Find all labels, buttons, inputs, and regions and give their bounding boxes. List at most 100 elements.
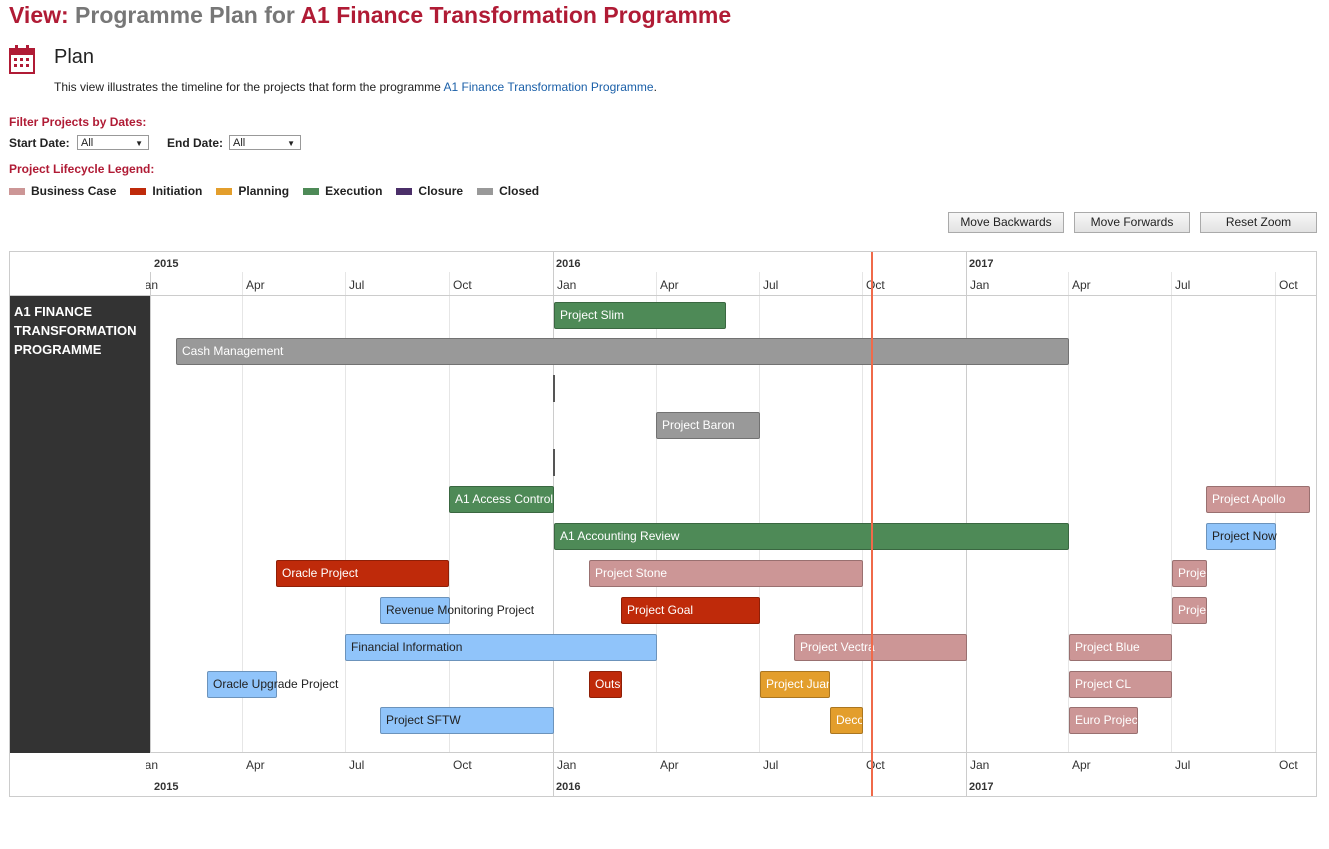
legend-item: Execution [303, 184, 382, 198]
milestone-marker [553, 449, 555, 476]
axis-divider [10, 295, 1316, 296]
year-label: 2015 [154, 781, 179, 793]
legend-label: Planning [238, 184, 290, 198]
project-bar[interactable]: Project Baron [656, 412, 760, 439]
month-label: Jan [557, 758, 577, 772]
project-bar[interactable]: Project CL [1069, 671, 1172, 698]
month-label: Jan [557, 278, 577, 292]
legend-item: Closure [396, 184, 463, 198]
move-forwards-button[interactable]: Move Forwards [1074, 212, 1190, 233]
legend-item: Closed [477, 184, 539, 198]
project-bar[interactable]: A1 Accounting Review [554, 523, 1069, 550]
project-bar[interactable]: Revenue Monitoring Project [380, 597, 534, 624]
description-end: . [653, 80, 657, 94]
year-label: 2016 [556, 781, 581, 793]
legend-label: Initiation [152, 184, 203, 198]
milestone-marker [553, 375, 555, 402]
programme-link[interactable]: A1 Finance Transformation Programme [444, 80, 654, 94]
project-bar[interactable]: Oracle Upgrade Project [207, 671, 338, 698]
legend-swatch [130, 187, 147, 195]
month-label: Oct [1279, 278, 1298, 292]
project-bar[interactable]: Project SFTW [380, 707, 554, 734]
month-label: Jan [970, 758, 990, 772]
page-title: View: Programme Plan for A1 Finance Tran… [9, 2, 731, 29]
project-bar[interactable]: Project Stone [589, 560, 863, 587]
month-label: Jul [763, 758, 779, 772]
timeline[interactable]: 2015 2016 2017 Jan Apr Jul Oct Jan Apr J… [9, 251, 1317, 797]
project-bar[interactable]: Project [1172, 597, 1207, 624]
legend-item: Initiation [130, 184, 202, 198]
legend-swatch [477, 187, 494, 195]
month-label: Jul [1175, 758, 1191, 772]
month-label: Apr [660, 758, 679, 772]
reset-zoom-button[interactable]: Reset Zoom [1200, 212, 1317, 233]
legend-label: Closure [418, 184, 464, 198]
project-bar[interactable]: Project Juan [760, 671, 830, 698]
project-bar[interactable]: Project [1172, 560, 1207, 587]
project-bar[interactable]: Project Now [1206, 523, 1277, 550]
today-marker [871, 252, 873, 796]
filter-heading: Filter Projects by Dates: [9, 115, 147, 129]
year-label: 2015 [154, 258, 179, 270]
programme-group-label: A1 FINANCE TRANSFORMATION PROGRAMME [10, 296, 150, 753]
month-label: Oct [1279, 758, 1298, 772]
description-text: This view illustrates the timeline for t… [54, 80, 444, 94]
axis-divider [10, 752, 1316, 753]
month-label: Jul [349, 758, 365, 772]
month-label: Oct [453, 758, 472, 772]
dropdown-arrow-icon: ▼ [135, 139, 143, 148]
project-bar[interactable]: Cash Management [176, 338, 1069, 365]
month-label: Jan [146, 278, 158, 292]
project-bar[interactable]: Euro Project [1069, 707, 1138, 734]
title-mid: Programme Plan for [75, 2, 295, 28]
end-date-value: All [233, 137, 246, 149]
end-date-label: End Date: [167, 136, 224, 150]
legend-item: Business Case [9, 184, 116, 198]
start-date-label: Start Date: [9, 136, 70, 150]
title-prefix: View: [9, 2, 69, 28]
project-bar[interactable]: Project Goal [621, 597, 760, 624]
legend-swatch [216, 187, 233, 195]
year-label: 2016 [556, 258, 581, 270]
month-label: Apr [660, 278, 679, 292]
month-label: Jul [349, 278, 365, 292]
end-date-select[interactable]: All ▼ [229, 135, 301, 150]
year-label: 2017 [969, 781, 994, 793]
legend-label: Closed [499, 184, 540, 198]
month-label: Apr [1072, 758, 1091, 772]
start-date-select[interactable]: All ▼ [77, 135, 149, 150]
month-label: Jan [970, 278, 990, 292]
section-heading: Plan [54, 46, 95, 68]
start-date-value: All [81, 137, 94, 149]
legend-item: Planning [216, 184, 289, 198]
project-bar[interactable]: Financial Information [345, 634, 657, 661]
month-label: Apr [1072, 278, 1091, 292]
legend-label: Business Case [31, 184, 117, 198]
lifecycle-legend: Business Case Initiation Planning Execut… [9, 184, 553, 198]
project-bar[interactable]: Project Slim [554, 302, 726, 329]
legend-swatch [9, 187, 25, 195]
project-bar[interactable]: Outsourcing [589, 671, 622, 698]
title-programme: A1 Finance Transformation Programme [300, 2, 732, 28]
month-label: Jul [1175, 278, 1191, 292]
month-label: Apr [246, 758, 265, 772]
project-bar[interactable]: A1 Access Control [449, 486, 554, 513]
month-label: Apr [246, 278, 265, 292]
month-label: Oct [866, 278, 885, 292]
month-label: Jul [763, 278, 779, 292]
project-bar[interactable]: Decom [830, 707, 863, 734]
calendar-icon [9, 45, 35, 74]
month-label: Oct [453, 278, 472, 292]
gridline [150, 272, 151, 752]
project-bar[interactable]: Oracle Project [276, 560, 449, 587]
description: This view illustrates the timeline for t… [54, 80, 657, 94]
legend-swatch [303, 187, 320, 195]
month-label: Oct [866, 758, 885, 772]
move-backwards-button[interactable]: Move Backwards [948, 212, 1064, 233]
dropdown-arrow-icon: ▼ [287, 139, 295, 148]
project-bar[interactable]: Project Apollo [1206, 486, 1310, 513]
project-bar[interactable]: Project Vectra [794, 634, 967, 661]
project-bar[interactable]: Project Blue [1069, 634, 1172, 661]
month-label: Jan [146, 758, 158, 772]
year-label: 2017 [969, 258, 994, 270]
